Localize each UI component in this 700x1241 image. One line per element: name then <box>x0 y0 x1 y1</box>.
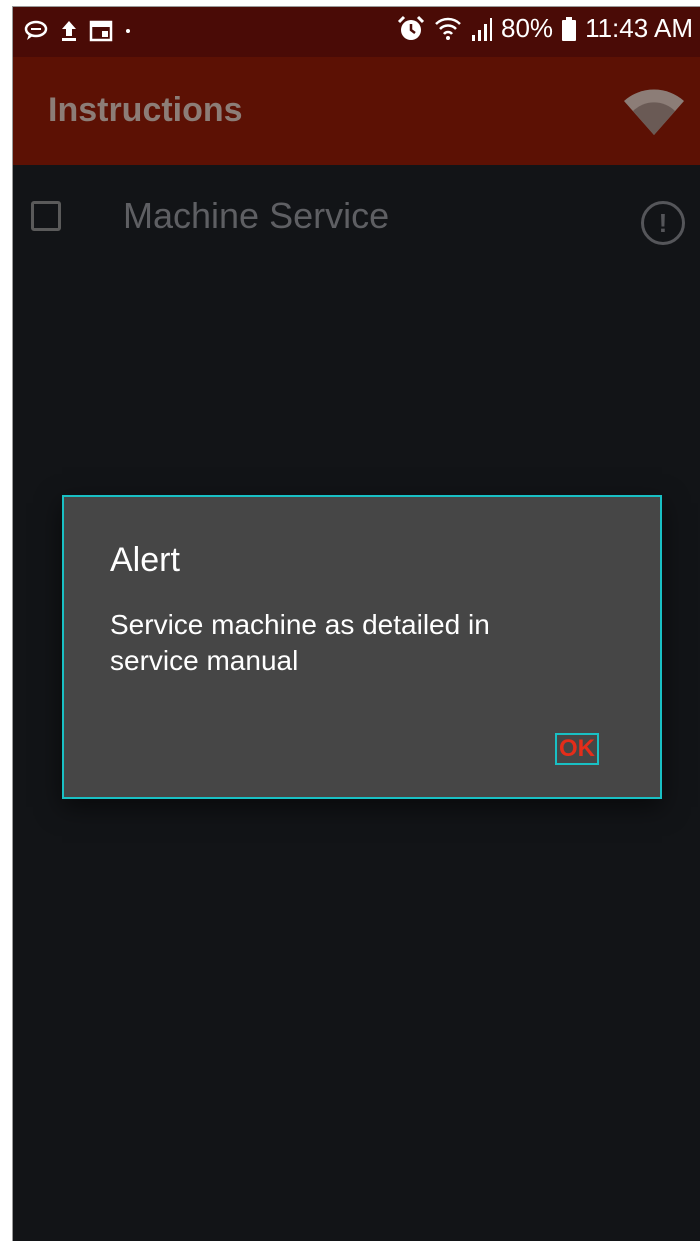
item-checkbox[interactable] <box>31 201 61 231</box>
page-title: Instructions <box>48 91 243 129</box>
dialog-message: Service machine as detailed in service m… <box>110 609 490 676</box>
battery-icon <box>561 15 577 43</box>
ok-button[interactable]: OK <box>555 733 599 765</box>
alarm-icon <box>397 15 425 43</box>
alert-dialog: Alert Service machine as detailed in ser… <box>62 495 662 799</box>
status-bar: 80% 11:43 AM <box>13 7 700 57</box>
dot-icon <box>123 19 133 43</box>
calendar-icon <box>89 19 113 43</box>
status-bar-right: 80% 11:43 AM <box>397 13 693 44</box>
list-item[interactable]: Machine Service ! <box>13 165 700 265</box>
app-bar: Instructions <box>13 57 700 165</box>
chat-bubble-icon <box>23 19 49 43</box>
phone-screen: 80% 11:43 AM Instructions Machine Servic… <box>12 6 700 1241</box>
signal-icon <box>471 15 493 43</box>
clock: 11:43 AM <box>585 13 693 43</box>
list-item-label: Machine Service <box>123 195 390 236</box>
connection-wifi-icon[interactable] <box>623 85 685 141</box>
upload-icon <box>59 19 79 43</box>
status-bar-left <box>23 19 133 43</box>
dialog-title: Alert <box>110 541 180 579</box>
wifi-icon <box>433 15 463 43</box>
battery-percent: 80% <box>501 13 554 43</box>
alert-circle-icon[interactable]: ! <box>641 201 685 245</box>
